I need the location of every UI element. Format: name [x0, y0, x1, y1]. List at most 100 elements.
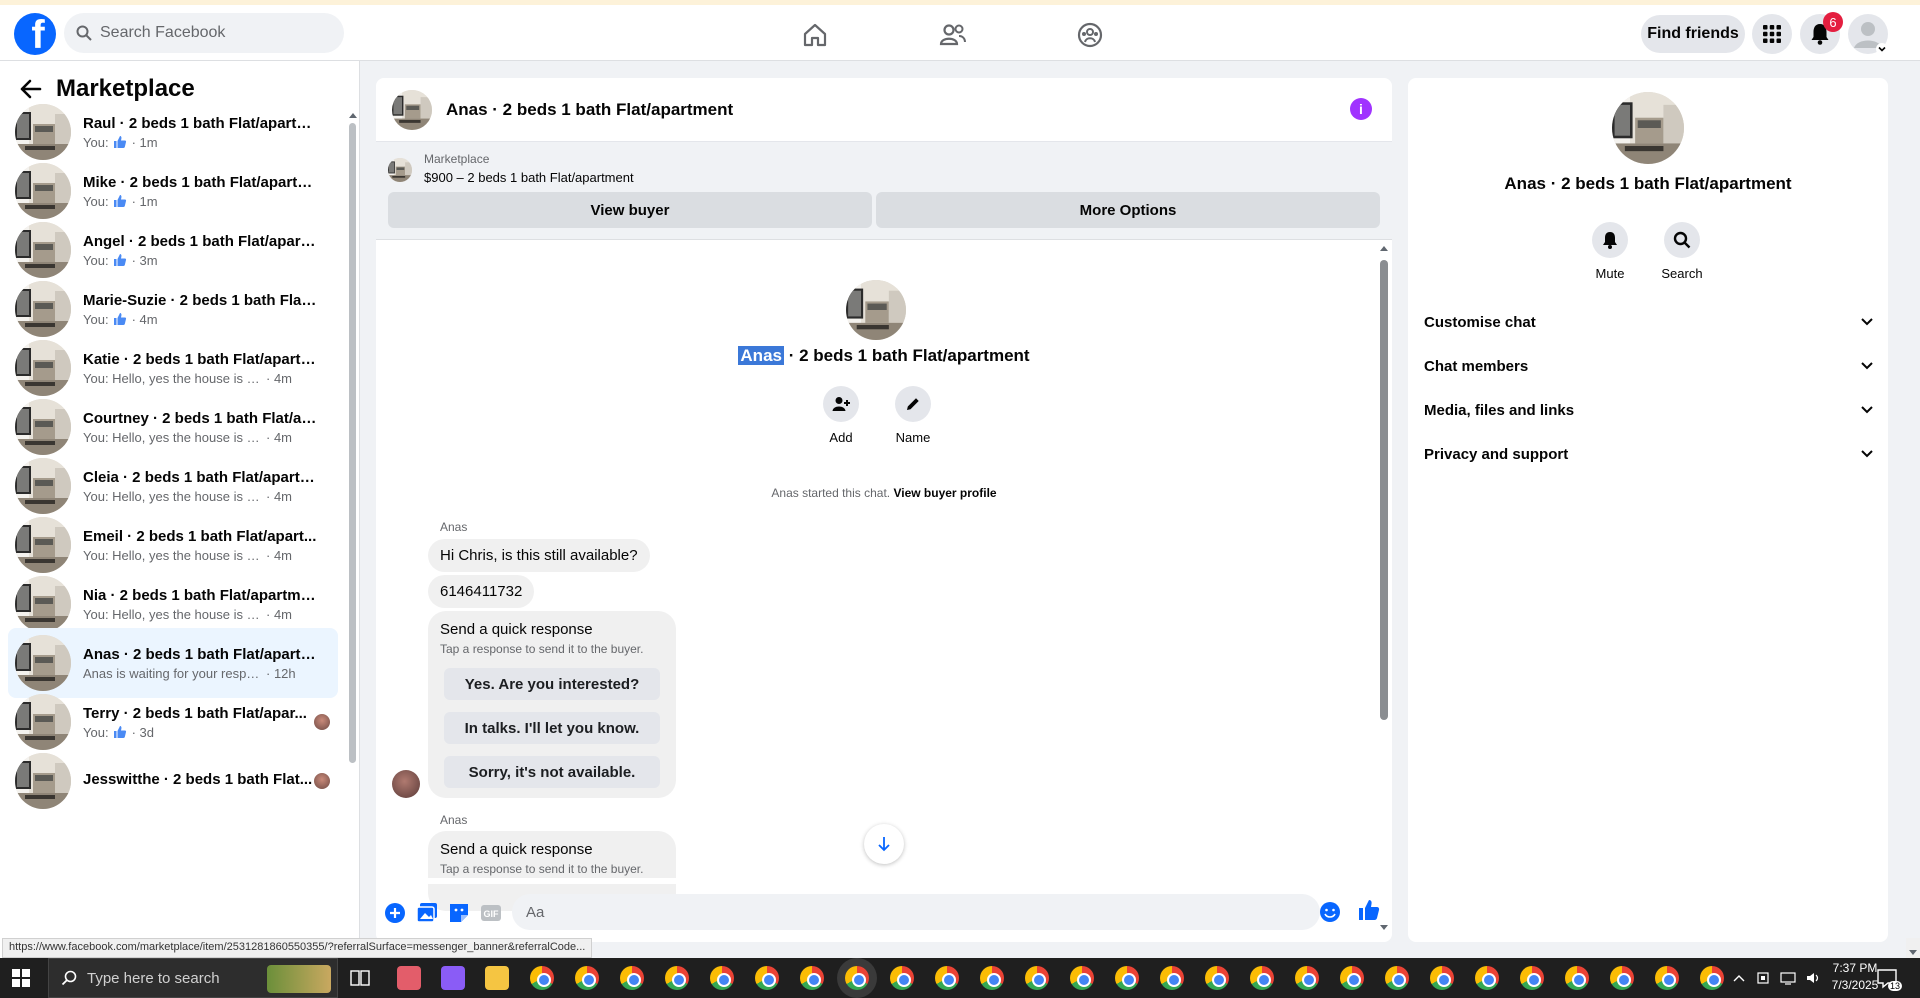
menu-grid-icon[interactable]	[1752, 14, 1792, 54]
scroll-to-bottom-button[interactable]	[864, 824, 904, 864]
quick-response-option[interactable]: Sorry, it's not available.	[444, 756, 660, 788]
chrome-profile-icon[interactable]	[1700, 966, 1724, 990]
snipping-tool-icon[interactable]	[397, 966, 421, 990]
chrome-profile-icon[interactable]	[710, 966, 734, 990]
more-options-button[interactable]: More Options	[876, 192, 1380, 228]
chat-header-avatar[interactable]	[392, 89, 432, 130]
chrome-profile-icon[interactable]	[1565, 966, 1589, 990]
chrome-profile-icon[interactable]	[575, 966, 599, 990]
mute-button[interactable]: Mute	[1575, 222, 1645, 281]
thumbs-up-send-icon[interactable]	[1357, 898, 1381, 922]
scroll-up-arrow-icon[interactable]	[348, 111, 358, 119]
photo-gallery-icon[interactable]	[416, 902, 438, 924]
home-icon[interactable]	[799, 19, 831, 51]
find-friends-button[interactable]: Find friends	[1641, 15, 1745, 53]
file-explorer-icon[interactable]	[485, 966, 509, 990]
chevron-down-icon	[1860, 317, 1874, 327]
thumbs-up-icon	[113, 312, 127, 326]
search-facebook-input[interactable]: Search Facebook	[64, 13, 344, 53]
windows-start-icon[interactable]	[12, 969, 30, 987]
gif-icon[interactable]: GIF	[480, 902, 502, 924]
chrome-profile-icon[interactable]	[1025, 966, 1049, 990]
chat-scrollbar[interactable]	[1378, 244, 1390, 942]
system-tray	[1732, 958, 1822, 998]
taskbar-search-box[interactable]: Type here to search	[48, 958, 338, 998]
chrome-profile-icon[interactable]	[980, 966, 1004, 990]
message-input[interactable]: Aa	[512, 894, 1320, 930]
center-title-rest: · 2 beds 1 bath Flat/apartment	[783, 346, 1030, 365]
chrome-profile-icon[interactable]	[800, 966, 824, 990]
plus-circle-icon[interactable]	[384, 902, 406, 924]
copilot-icon[interactable]	[441, 966, 465, 990]
message-bubble[interactable]: Hi Chris, is this still available?	[428, 539, 650, 572]
emoji-icon[interactable]	[1319, 901, 1341, 923]
details-section-row[interactable]: Customise chat	[1424, 300, 1874, 344]
search-in-chat-button[interactable]: Search	[1647, 222, 1717, 281]
back-arrow-icon[interactable]	[20, 79, 42, 99]
notification-center-icon[interactable]: 13	[1876, 967, 1902, 991]
top-navigation-bar: f Search Facebook Find friends 6	[0, 0, 1920, 61]
chrome-profile-icon[interactable]	[755, 966, 779, 990]
chrome-profile-icon[interactable]	[1070, 966, 1094, 990]
view-buyer-profile-link[interactable]: View buyer profile	[893, 486, 996, 500]
view-buyer-button[interactable]: View buyer	[388, 192, 872, 228]
edit-name-button[interactable]: Name	[883, 386, 943, 445]
thumbs-up-icon	[113, 253, 127, 267]
listing-thumbnail[interactable]	[388, 158, 412, 182]
chrome-profile-icon[interactable]	[1205, 966, 1229, 990]
chevron-up-icon[interactable]	[1732, 973, 1746, 983]
storage-icon[interactable]	[1756, 971, 1770, 985]
chrome-profile-icon[interactable]	[845, 966, 869, 990]
details-section-row[interactable]: Media, files and links	[1424, 388, 1874, 432]
chrome-profile-icon[interactable]	[1295, 966, 1319, 990]
chrome-profile-icon[interactable]	[1160, 966, 1184, 990]
sidebar-scrollbar-thumb[interactable]	[349, 123, 356, 763]
conversation-name: Mike · 2 beds 1 bath Flat/apartm...	[83, 173, 318, 191]
conversation-item[interactable]: Jesswitthe · 2 beds 1 bath Flat...	[8, 746, 338, 816]
task-view-icon[interactable]	[350, 968, 370, 988]
friends-icon[interactable]	[937, 19, 969, 51]
chrome-profile-icon[interactable]	[1610, 966, 1634, 990]
banner-listing-text[interactable]: $900 – 2 beds 1 bath Flat/apartment	[424, 170, 634, 185]
quick-response-subtitle: Tap a response to send it to the buyer.	[440, 862, 644, 876]
listing-thumbnail	[15, 399, 71, 455]
chrome-profile-icon[interactable]	[1250, 966, 1274, 990]
conversation-text: Cleia · 2 beds 1 bath Flat/apartm... You:…	[83, 469, 318, 504]
chrome-profile-icon[interactable]	[1385, 966, 1409, 990]
chat-header-title[interactable]: Anas · 2 beds 1 bath Flat/apartment	[446, 100, 733, 120]
details-section-label: Customise chat	[1424, 313, 1536, 331]
message-bubble[interactable]: 6146411732	[428, 575, 535, 608]
chrome-profile-icon[interactable]	[620, 966, 644, 990]
conversation-name: Courtney · 2 beds 1 bath Flat/ap...	[83, 409, 318, 427]
network-icon[interactable]	[1780, 971, 1796, 985]
search-placeholder: Search Facebook	[100, 24, 226, 41]
preview-message: You: Hello, yes the house is still av...	[83, 370, 263, 386]
add-people-button[interactable]: Add	[811, 386, 871, 445]
chrome-profile-icon[interactable]	[1340, 966, 1364, 990]
details-section-label: Privacy and support	[1424, 445, 1569, 463]
chrome-profile-icon[interactable]	[1520, 966, 1544, 990]
chat-scrollbar-thumb[interactable]	[1380, 260, 1388, 720]
chrome-profile-icon[interactable]	[890, 966, 914, 990]
facebook-logo[interactable]: f	[14, 13, 56, 55]
chrome-profile-icon[interactable]	[935, 966, 959, 990]
sticker-icon[interactable]	[448, 902, 470, 924]
account-chevron-down-icon[interactable]	[1876, 43, 1888, 55]
chrome-profile-icon[interactable]	[665, 966, 689, 990]
details-section-row[interactable]: Chat members	[1424, 344, 1874, 388]
conversation-name: Emeil · 2 beds 1 bath Flat/apart...	[83, 527, 317, 545]
quick-response-option[interactable]: In talks. I'll let you know.	[444, 712, 660, 744]
quick-response-option[interactable]: Yes. Are you interested?	[444, 668, 660, 700]
preview-time: · 4m	[266, 606, 292, 622]
details-section-row[interactable]: Privacy and support	[1424, 432, 1874, 476]
chrome-profile-icon[interactable]	[1115, 966, 1139, 990]
groups-icon[interactable]	[1074, 19, 1106, 51]
chrome-profile-icon[interactable]	[1475, 966, 1499, 990]
search-highlight-image	[267, 965, 331, 993]
conversation-text: Katie · 2 beds 1 bath Flat/apartm... You:…	[83, 351, 318, 386]
chrome-profile-icon[interactable]	[1430, 966, 1454, 990]
info-icon[interactable]: i	[1350, 98, 1372, 120]
chrome-profile-icon[interactable]	[1655, 966, 1679, 990]
office-chrome-icon[interactable]	[530, 966, 554, 990]
buyer-avatar[interactable]	[392, 770, 420, 798]
